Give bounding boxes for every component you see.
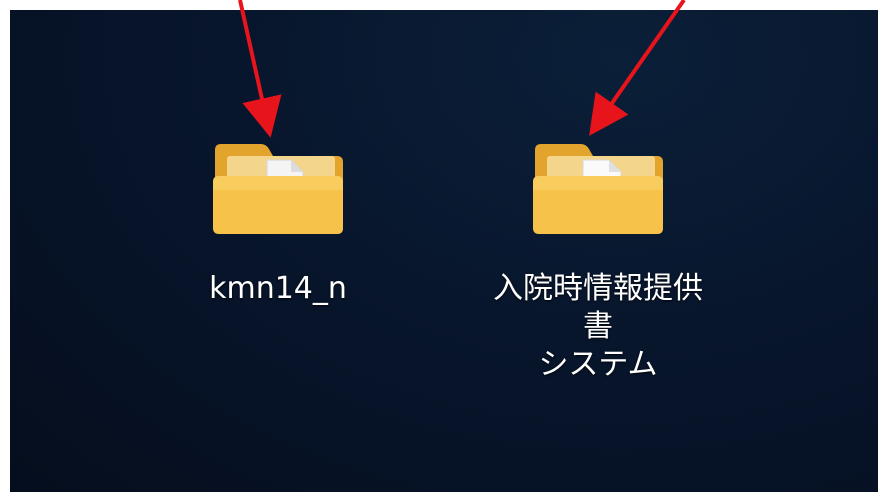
folder-icon	[533, 144, 663, 234]
desktop-background: kmn14_n 入院時情報提供書 システム	[10, 10, 878, 492]
folder-icon	[213, 144, 343, 234]
desktop-icon-label: kmn14_n	[209, 271, 347, 306]
desktop-icon-label: 入院時情報提供書 システム	[493, 271, 703, 382]
